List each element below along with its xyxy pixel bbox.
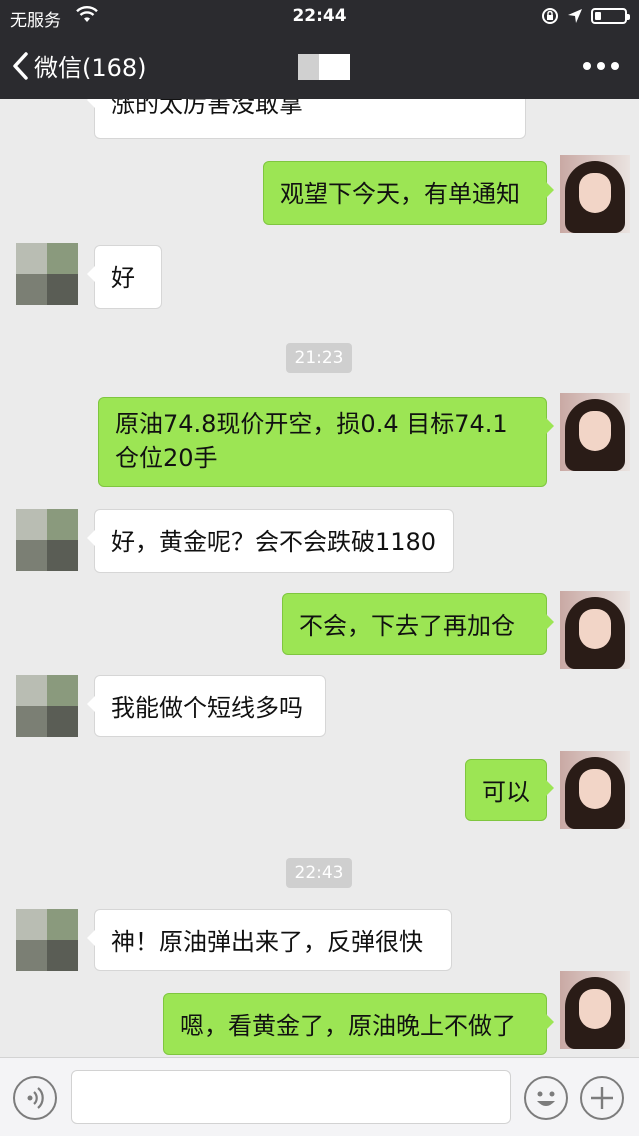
message-bubble-outgoing[interactable]: 观望下今天，有单通知 (263, 161, 554, 225)
message-bubble-outgoing[interactable]: 不会，下去了再加仓 (282, 593, 554, 655)
message-input[interactable] (71, 1070, 511, 1124)
message-bubble-outgoing[interactable]: 嗯，看黄金了，原油晚上不做了 (163, 993, 554, 1055)
my-avatar[interactable] (560, 751, 630, 829)
message-text: 我能做个短线多吗 (111, 694, 303, 722)
message-text: 可以 (482, 778, 530, 806)
back-label: 微信(168) (34, 54, 147, 82)
contact-avatar[interactable] (16, 909, 78, 971)
my-avatar[interactable] (560, 393, 630, 471)
message-text: 观望下今天，有单通知 (280, 180, 520, 208)
chat-area[interactable]: 涨的太厉害没敢拿 观望下今天，有单通知 好 21:23 原油74.8现价开空，损… (0, 99, 639, 1057)
message-bubble-incoming[interactable]: 好 (87, 245, 162, 309)
contact-avatar[interactable] (16, 675, 78, 737)
message-text: 不会，下去了再加仓 (299, 612, 515, 640)
message-text: 涨的太厉害没敢拿 (111, 99, 303, 118)
message-text: 好 (111, 264, 135, 292)
chevron-left-icon (13, 51, 28, 80)
message-bubble-outgoing[interactable]: 可以 (465, 759, 554, 821)
top-bar: 无服务 22:44 微信(168) (0, 0, 639, 99)
battery-level (595, 12, 601, 20)
time-divider: 22:43 (286, 858, 352, 888)
add-button[interactable] (580, 1076, 624, 1120)
rotation-lock-icon (542, 8, 558, 24)
my-avatar[interactable] (560, 591, 630, 669)
message-bubble-incoming[interactable]: 涨的太厉害没敢拿 (87, 99, 526, 139)
message-bubble-outgoing[interactable]: 原油74.8现价开空，损0.4 目标74.1 仓位20手 (98, 397, 554, 487)
my-avatar[interactable] (560, 971, 630, 1049)
message-text: 好，黄金呢？会不会跌破1180 (111, 528, 437, 556)
my-avatar[interactable] (560, 155, 630, 233)
chat-title-redacted (298, 54, 350, 80)
voice-icon (27, 1087, 44, 1109)
nav-bar: 微信(168) (0, 34, 639, 99)
status-right-group (541, 7, 630, 25)
time-divider: 21:23 (286, 343, 352, 373)
emoji-button[interactable] (524, 1076, 568, 1120)
emoji-icon (537, 1091, 555, 1106)
message-bubble-incoming[interactable]: 好，黄金呢？会不会跌破1180 (87, 509, 454, 573)
more-dots-icon[interactable] (583, 54, 619, 78)
contact-avatar[interactable] (16, 509, 78, 571)
message-text: 原油74.8现价开空，损0.4 目标74.1 仓位20手 (115, 410, 508, 472)
input-bar (0, 1057, 639, 1136)
message-bubble-incoming[interactable]: 我能做个短线多吗 (87, 675, 326, 737)
status-bar: 无服务 22:44 (0, 0, 639, 34)
message-text: 神！原油弹出来了，反弹很快 (111, 928, 423, 956)
message-text: 嗯，看黄金了，原油晚上不做了 (180, 1012, 516, 1040)
plus-icon (591, 1087, 613, 1109)
location-arrow-icon (568, 9, 582, 23)
message-bubble-incoming[interactable]: 神！原油弹出来了，反弹很快 (87, 909, 452, 971)
voice-button[interactable] (13, 1076, 57, 1120)
back-button[interactable]: 微信(168) (12, 48, 147, 83)
contact-avatar[interactable] (16, 243, 78, 305)
battery-icon (591, 8, 630, 24)
